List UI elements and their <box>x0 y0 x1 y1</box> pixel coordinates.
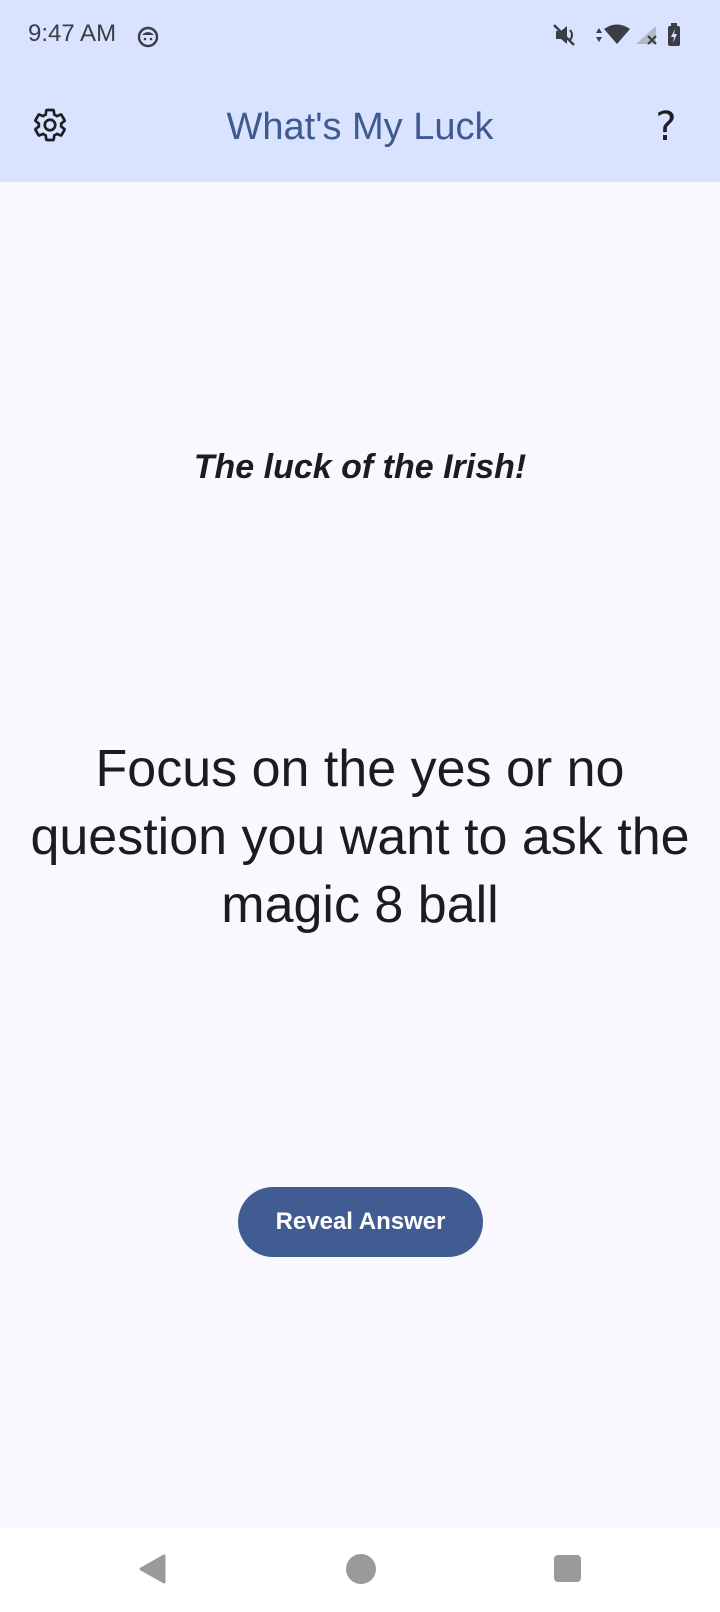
settings-button[interactable] <box>26 103 74 151</box>
back-icon[interactable] <box>138 1554 166 1589</box>
navigation-bar <box>0 1528 720 1612</box>
instruction-text: Focus on the yes or no question you want… <box>30 740 690 934</box>
wifi-icon <box>604 24 630 44</box>
app-screen: 9:47 AM What's My Luck ? The luck of the… <box>0 0 720 1612</box>
gear-icon <box>32 107 68 148</box>
battery-icon <box>668 23 680 46</box>
data-arrows-icon <box>596 28 602 42</box>
home-icon[interactable] <box>346 1554 376 1584</box>
help-button[interactable]: ? <box>642 103 690 151</box>
app-title: What's My Luck <box>226 106 494 148</box>
reveal-answer-button[interactable]: Reveal Answer <box>238 1187 483 1257</box>
mute-icon <box>553 24 575 46</box>
notification-icon <box>137 26 159 53</box>
app-bar: What's My Luck ? <box>0 72 720 182</box>
status-bar: 9:47 AM <box>0 0 720 72</box>
signal-icon <box>636 26 657 45</box>
tagline: The luck of the Irish! <box>193 448 527 486</box>
status-icons <box>552 22 692 48</box>
recents-icon[interactable] <box>554 1555 581 1582</box>
status-time: 9:47 AM <box>28 20 117 47</box>
